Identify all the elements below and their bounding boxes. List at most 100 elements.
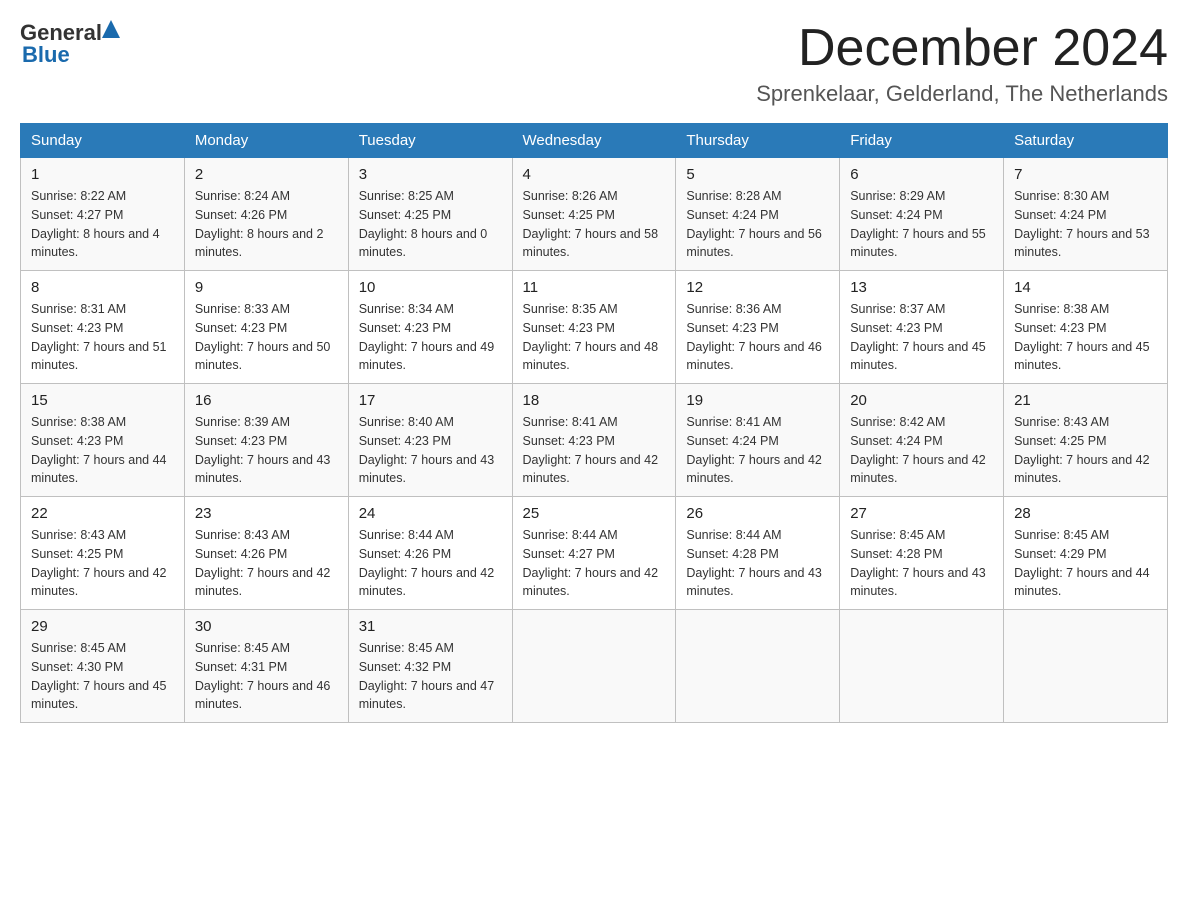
day-number: 7	[1014, 166, 1157, 183]
calendar-cell: 5 Sunrise: 8:28 AMSunset: 4:24 PMDayligh…	[676, 158, 840, 271]
day-number: 8	[31, 279, 174, 296]
day-number: 20	[850, 392, 993, 409]
calendar-cell: 27 Sunrise: 8:45 AMSunset: 4:28 PMDaylig…	[840, 497, 1004, 610]
day-info: Sunrise: 8:36 AMSunset: 4:23 PMDaylight:…	[686, 302, 822, 372]
day-info: Sunrise: 8:38 AMSunset: 4:23 PMDaylight:…	[1014, 302, 1150, 372]
calendar-cell: 9 Sunrise: 8:33 AMSunset: 4:23 PMDayligh…	[184, 271, 348, 384]
day-number: 13	[850, 279, 993, 296]
month-title: December 2024	[756, 20, 1168, 77]
day-info: Sunrise: 8:45 AMSunset: 4:30 PMDaylight:…	[31, 641, 167, 711]
calendar-cell: 22 Sunrise: 8:43 AMSunset: 4:25 PMDaylig…	[21, 497, 185, 610]
calendar-cell	[840, 610, 1004, 723]
day-info: Sunrise: 8:39 AMSunset: 4:23 PMDaylight:…	[195, 415, 331, 485]
day-number: 23	[195, 505, 338, 522]
calendar-cell: 16 Sunrise: 8:39 AMSunset: 4:23 PMDaylig…	[184, 384, 348, 497]
calendar-cell: 2 Sunrise: 8:24 AMSunset: 4:26 PMDayligh…	[184, 158, 348, 271]
calendar-cell: 25 Sunrise: 8:44 AMSunset: 4:27 PMDaylig…	[512, 497, 676, 610]
calendar-week-3: 15 Sunrise: 8:38 AMSunset: 4:23 PMDaylig…	[21, 384, 1168, 497]
calendar-cell: 10 Sunrise: 8:34 AMSunset: 4:23 PMDaylig…	[348, 271, 512, 384]
day-info: Sunrise: 8:42 AMSunset: 4:24 PMDaylight:…	[850, 415, 986, 485]
calendar-cell: 13 Sunrise: 8:37 AMSunset: 4:23 PMDaylig…	[840, 271, 1004, 384]
day-number: 28	[1014, 505, 1157, 522]
col-header-friday: Friday	[840, 124, 1004, 158]
calendar-cell: 17 Sunrise: 8:40 AMSunset: 4:23 PMDaylig…	[348, 384, 512, 497]
calendar-cell: 11 Sunrise: 8:35 AMSunset: 4:23 PMDaylig…	[512, 271, 676, 384]
day-info: Sunrise: 8:26 AMSunset: 4:25 PMDaylight:…	[523, 189, 659, 259]
day-info: Sunrise: 8:44 AMSunset: 4:28 PMDaylight:…	[686, 528, 822, 598]
calendar-cell: 1 Sunrise: 8:22 AMSunset: 4:27 PMDayligh…	[21, 158, 185, 271]
day-number: 9	[195, 279, 338, 296]
calendar-cell: 28 Sunrise: 8:45 AMSunset: 4:29 PMDaylig…	[1004, 497, 1168, 610]
location-subtitle: Sprenkelaar, Gelderland, The Netherlands	[756, 81, 1168, 107]
day-number: 11	[523, 279, 666, 296]
day-info: Sunrise: 8:29 AMSunset: 4:24 PMDaylight:…	[850, 189, 986, 259]
col-header-monday: Monday	[184, 124, 348, 158]
col-header-saturday: Saturday	[1004, 124, 1168, 158]
day-number: 15	[31, 392, 174, 409]
day-info: Sunrise: 8:45 AMSunset: 4:31 PMDaylight:…	[195, 641, 331, 711]
calendar-cell: 24 Sunrise: 8:44 AMSunset: 4:26 PMDaylig…	[348, 497, 512, 610]
day-number: 19	[686, 392, 829, 409]
day-number: 22	[31, 505, 174, 522]
logo-triangle-icon	[102, 20, 120, 43]
day-number: 4	[523, 166, 666, 183]
day-info: Sunrise: 8:35 AMSunset: 4:23 PMDaylight:…	[523, 302, 659, 372]
day-number: 6	[850, 166, 993, 183]
col-header-sunday: Sunday	[21, 124, 185, 158]
calendar-cell: 8 Sunrise: 8:31 AMSunset: 4:23 PMDayligh…	[21, 271, 185, 384]
calendar-cell	[512, 610, 676, 723]
calendar-header-row: SundayMondayTuesdayWednesdayThursdayFrid…	[21, 124, 1168, 158]
calendar-cell: 26 Sunrise: 8:44 AMSunset: 4:28 PMDaylig…	[676, 497, 840, 610]
day-info: Sunrise: 8:33 AMSunset: 4:23 PMDaylight:…	[195, 302, 331, 372]
calendar-cell: 3 Sunrise: 8:25 AMSunset: 4:25 PMDayligh…	[348, 158, 512, 271]
calendar-week-2: 8 Sunrise: 8:31 AMSunset: 4:23 PMDayligh…	[21, 271, 1168, 384]
day-info: Sunrise: 8:43 AMSunset: 4:25 PMDaylight:…	[31, 528, 167, 598]
calendar-cell: 29 Sunrise: 8:45 AMSunset: 4:30 PMDaylig…	[21, 610, 185, 723]
col-header-thursday: Thursday	[676, 124, 840, 158]
calendar-cell: 12 Sunrise: 8:36 AMSunset: 4:23 PMDaylig…	[676, 271, 840, 384]
calendar-cell: 23 Sunrise: 8:43 AMSunset: 4:26 PMDaylig…	[184, 497, 348, 610]
day-number: 10	[359, 279, 502, 296]
calendar-cell	[1004, 610, 1168, 723]
calendar-cell: 7 Sunrise: 8:30 AMSunset: 4:24 PMDayligh…	[1004, 158, 1168, 271]
day-number: 30	[195, 618, 338, 635]
day-number: 17	[359, 392, 502, 409]
calendar-week-4: 22 Sunrise: 8:43 AMSunset: 4:25 PMDaylig…	[21, 497, 1168, 610]
day-info: Sunrise: 8:44 AMSunset: 4:26 PMDaylight:…	[359, 528, 495, 598]
day-number: 21	[1014, 392, 1157, 409]
calendar-cell: 15 Sunrise: 8:38 AMSunset: 4:23 PMDaylig…	[21, 384, 185, 497]
day-number: 18	[523, 392, 666, 409]
day-info: Sunrise: 8:34 AMSunset: 4:23 PMDaylight:…	[359, 302, 495, 372]
day-info: Sunrise: 8:41 AMSunset: 4:23 PMDaylight:…	[523, 415, 659, 485]
day-number: 1	[31, 166, 174, 183]
day-info: Sunrise: 8:28 AMSunset: 4:24 PMDaylight:…	[686, 189, 822, 259]
day-info: Sunrise: 8:45 AMSunset: 4:29 PMDaylight:…	[1014, 528, 1150, 598]
day-number: 5	[686, 166, 829, 183]
day-info: Sunrise: 8:38 AMSunset: 4:23 PMDaylight:…	[31, 415, 167, 485]
day-number: 3	[359, 166, 502, 183]
calendar-week-5: 29 Sunrise: 8:45 AMSunset: 4:30 PMDaylig…	[21, 610, 1168, 723]
day-info: Sunrise: 8:22 AMSunset: 4:27 PMDaylight:…	[31, 189, 160, 259]
calendar-cell: 6 Sunrise: 8:29 AMSunset: 4:24 PMDayligh…	[840, 158, 1004, 271]
calendar-week-1: 1 Sunrise: 8:22 AMSunset: 4:27 PMDayligh…	[21, 158, 1168, 271]
day-info: Sunrise: 8:37 AMSunset: 4:23 PMDaylight:…	[850, 302, 986, 372]
calendar-cell: 4 Sunrise: 8:26 AMSunset: 4:25 PMDayligh…	[512, 158, 676, 271]
day-number: 2	[195, 166, 338, 183]
day-info: Sunrise: 8:43 AMSunset: 4:26 PMDaylight:…	[195, 528, 331, 598]
day-number: 26	[686, 505, 829, 522]
day-info: Sunrise: 8:43 AMSunset: 4:25 PMDaylight:…	[1014, 415, 1150, 485]
day-info: Sunrise: 8:24 AMSunset: 4:26 PMDaylight:…	[195, 189, 324, 259]
day-info: Sunrise: 8:40 AMSunset: 4:23 PMDaylight:…	[359, 415, 495, 485]
day-info: Sunrise: 8:44 AMSunset: 4:27 PMDaylight:…	[523, 528, 659, 598]
day-number: 12	[686, 279, 829, 296]
day-info: Sunrise: 8:31 AMSunset: 4:23 PMDaylight:…	[31, 302, 167, 372]
calendar-cell	[676, 610, 840, 723]
day-number: 27	[850, 505, 993, 522]
calendar-cell: 21 Sunrise: 8:43 AMSunset: 4:25 PMDaylig…	[1004, 384, 1168, 497]
day-info: Sunrise: 8:41 AMSunset: 4:24 PMDaylight:…	[686, 415, 822, 485]
col-header-tuesday: Tuesday	[348, 124, 512, 158]
page-header: General Blue December 2024 Sprenkelaar, …	[20, 20, 1168, 107]
day-number: 16	[195, 392, 338, 409]
day-info: Sunrise: 8:25 AMSunset: 4:25 PMDaylight:…	[359, 189, 488, 259]
calendar-cell: 14 Sunrise: 8:38 AMSunset: 4:23 PMDaylig…	[1004, 271, 1168, 384]
